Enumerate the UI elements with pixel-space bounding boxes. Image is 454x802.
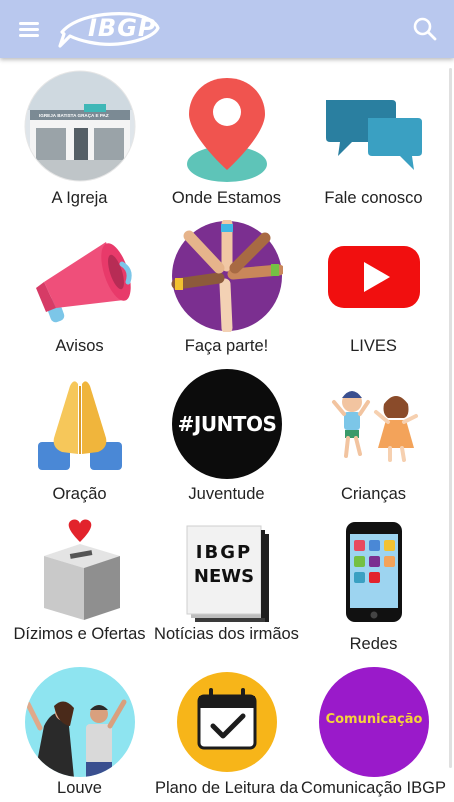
ibgp-logo: IBGP — [58, 6, 162, 52]
tile-label: Avisos — [55, 337, 104, 355]
worship-people-icon — [24, 666, 136, 778]
donation-box-icon — [24, 516, 136, 628]
megaphone-icon — [24, 220, 136, 332]
search-icon[interactable] — [412, 16, 438, 42]
tile-noticias[interactable]: IBGP NEWS Notícias dos irmãos — [151, 504, 302, 652]
menu-grid: IGREJA BATISTA GRAÇA E PAZ A Igreja Onde… — [0, 58, 454, 800]
tile-dizimos[interactable]: Dízimos e Ofertas — [4, 504, 155, 652]
tile-avisos[interactable]: Avisos — [4, 208, 155, 356]
hamburger-menu-icon[interactable] — [16, 17, 44, 41]
tile-label: Fale conosco — [324, 189, 423, 207]
map-pin-icon — [171, 70, 283, 182]
juntos-badge-icon: #JUNTOS — [171, 368, 283, 480]
newspaper-title-line2: NEWS — [193, 566, 255, 587]
tile-louve[interactable]: Louve — [4, 654, 155, 802]
tile-lives[interactable]: LIVES — [298, 208, 449, 356]
tile-label: Faça parte! — [184, 337, 269, 355]
tile-comunicacao[interactable]: Comunicação Comunicação IBGP — [298, 654, 449, 802]
tile-label: Louve — [57, 779, 102, 797]
tile-label: Notícias dos irmãos — [154, 625, 299, 643]
church-building-icon: IGREJA BATISTA GRAÇA E PAZ — [24, 70, 136, 182]
scrollbar[interactable] — [449, 68, 452, 768]
tile-fale-conosco[interactable]: Fale conosco — [298, 58, 449, 207]
chat-bubbles-icon — [318, 70, 430, 182]
tile-label: Comunicação IBGP — [301, 779, 446, 797]
tile-label: Oração — [52, 485, 107, 503]
praying-hands-icon — [24, 368, 136, 480]
tile-label: Onde Estamos — [171, 189, 282, 207]
tile-juventude[interactable]: #JUNTOS Juventude — [151, 356, 302, 504]
smartphone-apps-icon — [318, 516, 430, 628]
tile-criancas[interactable]: Crianças — [298, 356, 449, 504]
tile-plano-leitura[interactable]: Plano de Leitura da — [151, 654, 302, 802]
tile-faca-parte[interactable]: Faça parte! — [151, 208, 302, 356]
logo-text: IBGP — [88, 14, 157, 42]
tile-onde-estamos[interactable]: Onde Estamos — [151, 58, 302, 207]
newspaper-icon: IBGP NEWS — [171, 516, 283, 628]
tile-label: Dízimos e Ofertas — [13, 625, 146, 643]
juntos-badge-text: #JUNTOS — [177, 412, 277, 436]
tile-label: Juventude — [188, 485, 265, 503]
comunicacao-badge-text: Comunicação — [325, 712, 423, 727]
tile-label: A Igreja — [51, 189, 108, 207]
tile-label: Redes — [349, 635, 398, 653]
tile-label: LIVES — [350, 337, 397, 355]
church-sign-text: IGREJA BATISTA GRAÇA E PAZ — [39, 113, 109, 118]
app-header: IBGP — [0, 0, 454, 58]
tile-label: Crianças — [340, 485, 407, 503]
youtube-play-icon — [318, 220, 430, 332]
comunicacao-badge-icon: Comunicação — [318, 666, 430, 778]
children-playing-icon — [318, 368, 430, 480]
joined-hands-icon — [171, 218, 285, 334]
newspaper-title-line1: IBGP — [195, 542, 253, 563]
tile-oracao[interactable]: Oração — [4, 356, 155, 504]
tile-a-igreja[interactable]: IGREJA BATISTA GRAÇA E PAZ A Igreja — [4, 58, 155, 207]
tile-label: Plano de Leitura da — [154, 779, 299, 797]
calendar-check-icon — [171, 666, 283, 778]
tile-redes[interactable]: Redes — [298, 504, 449, 653]
